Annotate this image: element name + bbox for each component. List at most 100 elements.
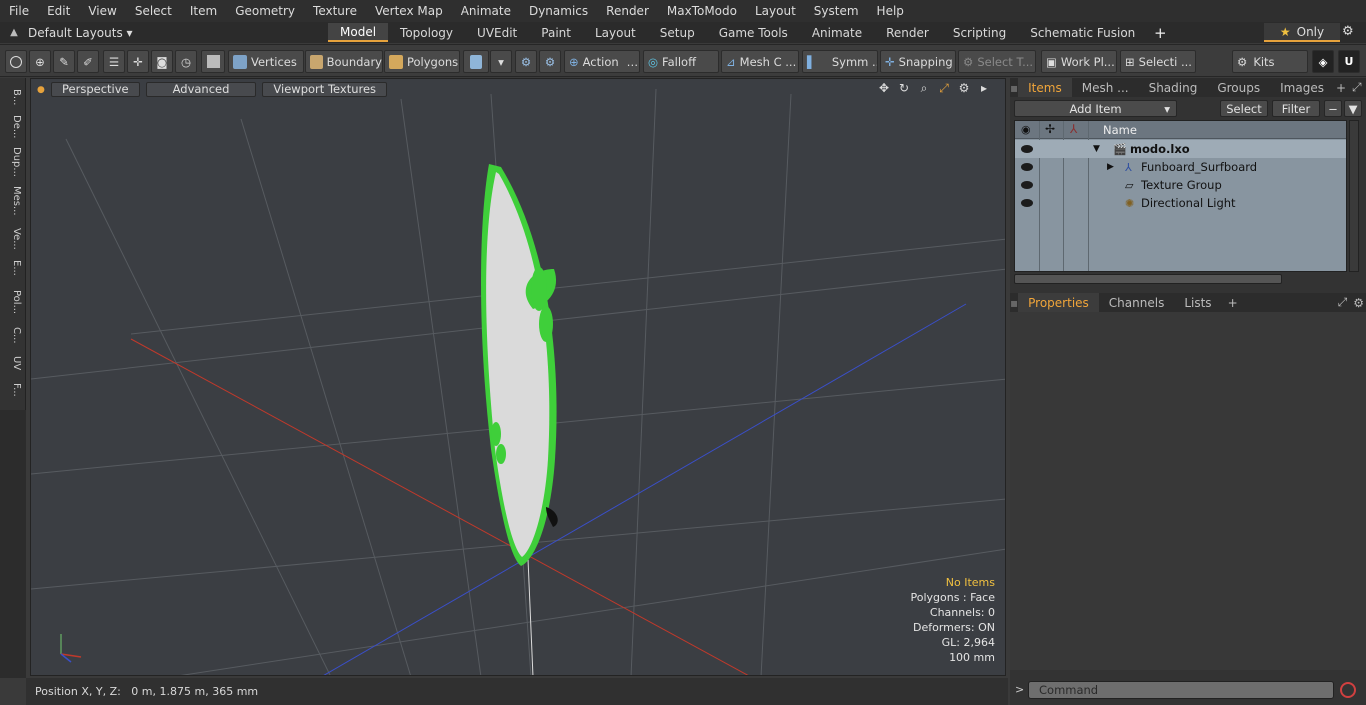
expand-triangle-icon[interactable]: ▶: [1107, 162, 1114, 172]
item-mode-button[interactable]: [201, 50, 225, 73]
tab-lists[interactable]: Lists: [1174, 293, 1221, 312]
maximize-icon[interactable]: ⤢: [937, 81, 951, 95]
element-button[interactable]: ◙: [151, 50, 173, 73]
perspective-dropdown[interactable]: Perspective: [51, 81, 140, 97]
funnel-button[interactable]: ▼: [1344, 100, 1362, 117]
mesh-constraint-button[interactable]: ⊿ Mesh C ...: [721, 50, 799, 73]
3d-viewport[interactable]: ● Perspective Advanced Viewport Textures…: [30, 78, 1006, 676]
menu-animate[interactable]: Animate: [452, 4, 520, 18]
visibility-eye-icon[interactable]: [1021, 181, 1033, 189]
viewport-textures-dropdown[interactable]: Viewport Textures: [262, 81, 388, 97]
command-input[interactable]: Command: [1028, 681, 1334, 699]
tab-paint[interactable]: Paint: [529, 23, 583, 42]
tab-basic[interactable]: B...: [4, 84, 22, 110]
kits-button[interactable]: ⚙ Kits: [1232, 50, 1308, 73]
list-item-mesh[interactable]: ▶ ⅄ Funboard_Surfboard: [1015, 158, 1346, 176]
tab-channels[interactable]: Channels: [1099, 293, 1175, 312]
tab-shading[interactable]: Shading: [1139, 78, 1208, 97]
snap-a-button[interactable]: ⚙: [515, 50, 537, 73]
select-circle-button[interactable]: [5, 50, 27, 73]
tab-groups[interactable]: Groups: [1207, 78, 1270, 97]
tab-uvedit[interactable]: UVEdit: [465, 23, 529, 42]
symmetry-button[interactable]: ▌ Symm ...: [802, 50, 878, 73]
item-list-scrollbar[interactable]: [1349, 120, 1359, 272]
menu-view[interactable]: View: [79, 4, 125, 18]
add-tab-icon[interactable]: +: [1147, 24, 1173, 42]
tab-edge[interactable]: E...: [4, 256, 22, 280]
menu-render[interactable]: Render: [597, 4, 658, 18]
add-tab-icon[interactable]: +: [1228, 296, 1238, 310]
tab-scripting[interactable]: Scripting: [941, 23, 1018, 42]
collapse-button[interactable]: −: [1324, 100, 1342, 117]
snap-b-button[interactable]: ⚙: [539, 50, 561, 73]
material-button[interactable]: [463, 50, 489, 73]
menu-vertex-map[interactable]: Vertex Map: [366, 4, 452, 18]
list-item-light[interactable]: ✺ Directional Light: [1015, 194, 1346, 212]
tab-duplicate[interactable]: Dup...: [4, 144, 22, 180]
menu-texture[interactable]: Texture: [304, 4, 366, 18]
only-toggle[interactable]: ★ Only: [1264, 23, 1340, 42]
list-item-texture-group[interactable]: ▱ Texture Group: [1015, 176, 1346, 194]
tab-vertex[interactable]: Ve...: [4, 224, 22, 254]
lock-column-icon[interactable]: ✢: [1045, 122, 1055, 136]
type-column-icon[interactable]: ⅄: [1070, 122, 1077, 136]
rotate-view-icon[interactable]: ↻: [897, 81, 911, 95]
tab-images[interactable]: Images: [1270, 78, 1334, 97]
tab-curve[interactable]: C...: [4, 322, 22, 348]
expand-panel-icon[interactable]: ⤢: [1352, 80, 1362, 95]
timer-button[interactable]: ◷: [175, 50, 197, 73]
globe-button[interactable]: ⊕: [29, 50, 51, 73]
tab-animate[interactable]: Animate: [800, 23, 874, 42]
panel-handle-icon[interactable]: ▪: [1010, 81, 1018, 95]
tab-items[interactable]: Items: [1018, 78, 1072, 97]
boundary-button[interactable]: Boundary: [305, 50, 383, 73]
expand-triangle-icon[interactable]: ▼: [1093, 144, 1100, 154]
record-icon[interactable]: [1340, 682, 1356, 698]
tab-mesh-ops[interactable]: Mesh ...: [1072, 78, 1139, 97]
visibility-eye-icon[interactable]: [1021, 199, 1033, 207]
add-tab-icon[interactable]: +: [1336, 81, 1346, 95]
center-button[interactable]: ✛: [127, 50, 149, 73]
default-layouts-dropdown[interactable]: Default Layouts ▾: [28, 26, 328, 40]
tab-deform[interactable]: De...: [4, 112, 22, 142]
layout-pin-icon[interactable]: ▲: [0, 27, 28, 38]
menu-dynamics[interactable]: Dynamics: [520, 4, 597, 18]
falloff-button[interactable]: ◎ Falloff: [643, 50, 719, 73]
select-through-button[interactable]: ⚙ Select T...: [958, 50, 1036, 73]
gear-icon[interactable]: ⚙: [1342, 24, 1354, 39]
tab-polygon[interactable]: Pol...: [4, 284, 22, 320]
viewport-options-dot[interactable]: ●: [37, 85, 45, 95]
snapping-button[interactable]: ✛ Snapping: [880, 50, 956, 73]
menu-layout[interactable]: Layout: [746, 4, 805, 18]
menu-edit[interactable]: Edit: [38, 4, 79, 18]
move-view-icon[interactable]: ✥: [877, 81, 891, 95]
visibility-eye-icon[interactable]: [1021, 145, 1033, 153]
select-button[interactable]: Select: [1220, 100, 1268, 117]
visibility-column-icon[interactable]: ◉: [1021, 123, 1031, 136]
tab-topology[interactable]: Topology: [388, 23, 465, 42]
menu-file[interactable]: File: [0, 4, 38, 18]
tab-uv[interactable]: UV: [4, 352, 22, 374]
item-list-hscroll[interactable]: [1014, 274, 1282, 284]
polygons-button[interactable]: Polygons: [384, 50, 460, 73]
menu-item[interactable]: Item: [181, 4, 226, 18]
viewport-settings-icon[interactable]: ⚙: [957, 81, 971, 95]
zoom-icon[interactable]: ⌕: [917, 81, 931, 95]
unreal-button[interactable]: U: [1338, 50, 1360, 73]
tab-setup[interactable]: Setup: [648, 23, 707, 42]
filter-button[interactable]: Filter: [1272, 100, 1320, 117]
list-item-scene[interactable]: ▼ 🎬 modo.lxo: [1015, 140, 1346, 158]
tab-fusion[interactable]: F...: [4, 376, 22, 404]
unity-button[interactable]: ◈: [1312, 50, 1334, 73]
tab-layout[interactable]: Layout: [583, 23, 648, 42]
expand-panel-icon[interactable]: ⤢: [1338, 295, 1348, 310]
menu-help[interactable]: Help: [868, 4, 913, 18]
tab-render[interactable]: Render: [874, 23, 941, 42]
menu-maxtomodo[interactable]: MaxToModo: [658, 4, 746, 18]
tab-model[interactable]: Model: [328, 23, 389, 42]
tab-properties[interactable]: Properties: [1018, 293, 1099, 312]
pen-button[interactable]: ✎: [53, 50, 75, 73]
menu-select[interactable]: Select: [126, 4, 181, 18]
brush-button[interactable]: ✐: [77, 50, 99, 73]
name-column-header[interactable]: Name: [1103, 123, 1137, 137]
